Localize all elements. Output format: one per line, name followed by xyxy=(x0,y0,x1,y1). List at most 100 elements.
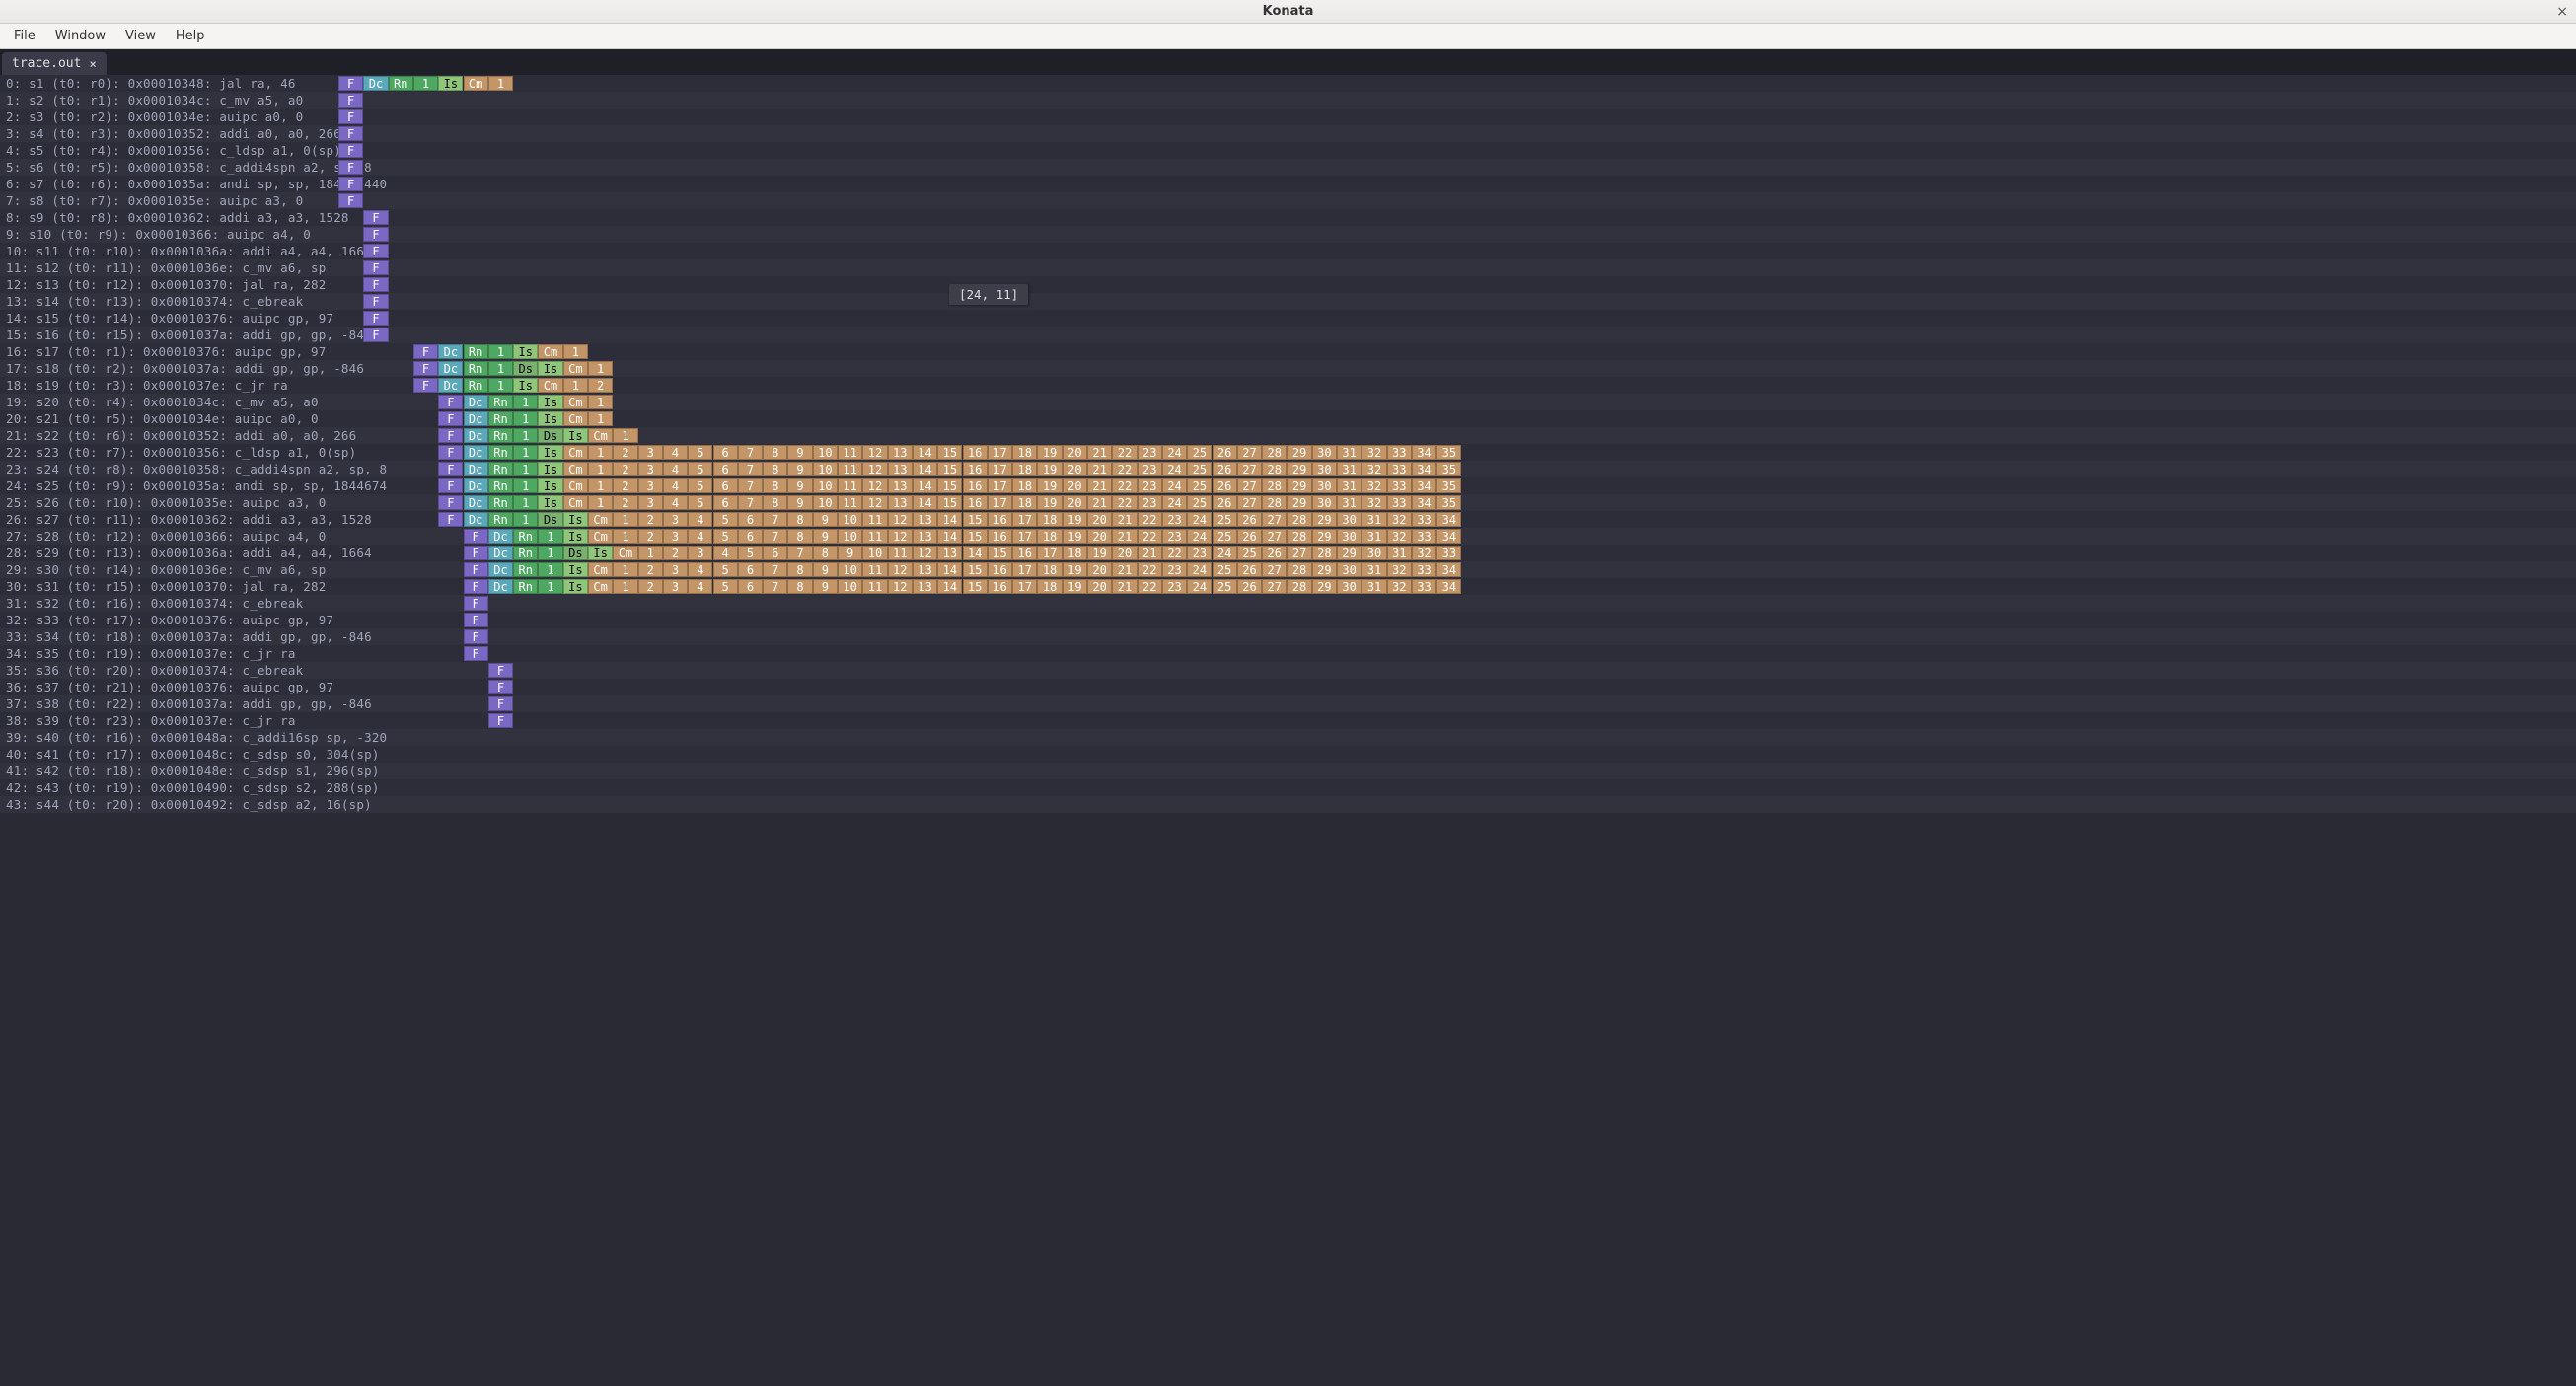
stage-f: F xyxy=(363,328,388,342)
pipeline-row[interactable]: 41: s42 (t0: r18): 0x0001048e: c_sdsp s1… xyxy=(0,763,2576,779)
pipeline-row[interactable]: 33: s34 (t0: r18): 0x0001037a: addi gp, … xyxy=(0,628,2576,645)
stage-cm: 5 xyxy=(738,546,763,560)
pipeline-row[interactable]: 24: s25 (t0: r9): 0x0001035a: andi sp, s… xyxy=(0,477,2576,494)
stage-cm: 7 xyxy=(763,579,787,594)
menu-window[interactable]: Window xyxy=(45,26,115,46)
pipeline-row[interactable]: 26: s27 (t0: r11): 0x00010362: addi a3, … xyxy=(0,511,2576,528)
pipeline-row[interactable]: 7: s8 (t0: r7): 0x0001035e: auipc a3, 0F xyxy=(0,192,2576,209)
pipeline-row[interactable]: 17: s18 (t0: r2): 0x0001037a: addi gp, g… xyxy=(0,360,2576,377)
pipeline-row[interactable]: 29: s30 (t0: r14): 0x0001036e: c_mv a6, … xyxy=(0,561,2576,578)
stage-cm: 4 xyxy=(663,495,688,510)
stage-rn-count: 1 xyxy=(513,395,538,409)
pipeline-row[interactable]: 19: s20 (t0: r4): 0x0001034c: c_mv a5, a… xyxy=(0,394,2576,410)
close-icon[interactable]: × xyxy=(2556,4,2568,20)
pipeline-row[interactable]: 37: s38 (t0: r22): 0x0001037a: addi gp, … xyxy=(0,695,2576,712)
stage-cm: 17 xyxy=(988,478,1012,493)
stage-cm: 8 xyxy=(787,562,812,577)
stage-dc: Dc xyxy=(363,76,388,91)
pipeline-row[interactable]: 36: s37 (t0: r21): 0x00010376: auipc gp,… xyxy=(0,679,2576,695)
stage-cm: 2 xyxy=(613,462,637,476)
pipeline-row[interactable]: 15: s16 (t0: r15): 0x0001037a: addi gp, … xyxy=(0,327,2576,343)
stage-f: F xyxy=(438,428,463,443)
stage-cm: 30 xyxy=(1337,562,1362,577)
stage-cm: 4 xyxy=(688,579,712,594)
pipeline-row[interactable]: 2: s3 (t0: r2): 0x0001034e: auipc a0, 0F xyxy=(0,109,2576,125)
pipeline-row[interactable]: 4: s5 (t0: r4): 0x00010356: c_ldsp a1, 0… xyxy=(0,142,2576,159)
menu-view[interactable]: View xyxy=(115,26,166,46)
stage-cm: 13 xyxy=(913,512,937,527)
tab-trace-out[interactable]: trace.out × xyxy=(2,52,107,75)
pipeline-row[interactable]: 8: s9 (t0: r8): 0x00010362: addi a3, a3,… xyxy=(0,209,2576,226)
pipeline-row[interactable]: 14: s15 (t0: r14): 0x00010376: auipc gp,… xyxy=(0,310,2576,327)
stage-cm: 8 xyxy=(787,529,812,544)
stage-cm: 22 xyxy=(1162,546,1187,560)
stage-rn-count: 1 xyxy=(538,529,562,544)
pipeline-row[interactable]: 23: s24 (t0: r8): 0x00010358: c_addi4spn… xyxy=(0,461,2576,477)
pipeline-row[interactable]: 3: s4 (t0: r3): 0x00010352: addi a0, a0,… xyxy=(0,125,2576,142)
stage-rn-count: 1 xyxy=(513,512,538,527)
stage-cm: 10 xyxy=(813,462,838,476)
stage-cm: 20 xyxy=(1087,512,1112,527)
pipeline-row[interactable]: 20: s21 (t0: r5): 0x0001034e: auipc a0, … xyxy=(0,410,2576,427)
pipeline-row[interactable]: 6: s7 (t0: r6): 0x0001035a: andi sp, sp,… xyxy=(0,176,2576,192)
pipeline-row[interactable]: 28: s29 (t0: r13): 0x0001036a: addi a4, … xyxy=(0,545,2576,561)
pipeline-row[interactable]: 5: s6 (t0: r5): 0x00010358: c_addi4spn a… xyxy=(0,159,2576,176)
instruction-label: 10: s11 (t0: r10): 0x0001036a: addi a4, … xyxy=(6,243,372,259)
pipeline-row[interactable]: 32: s33 (t0: r17): 0x00010376: auipc gp,… xyxy=(0,612,2576,628)
pipeline-row[interactable]: 39: s40 (t0: r16): 0x0001048a: c_addi16s… xyxy=(0,729,2576,746)
stage-cm: 32 xyxy=(1387,512,1412,527)
pipeline-row[interactable]: 25: s26 (t0: r10): 0x0001035e: auipc a3,… xyxy=(0,494,2576,511)
stage-cm: 30 xyxy=(1312,445,1337,460)
pipeline-row[interactable]: 10: s11 (t0: r10): 0x0001036a: addi a4, … xyxy=(0,243,2576,259)
stage-cm: 27 xyxy=(1262,562,1287,577)
stage-cm: 23 xyxy=(1187,546,1212,560)
pipeline-row[interactable]: 11: s12 (t0: r11): 0x0001036e: c_mv a6, … xyxy=(0,259,2576,276)
pipeline-row[interactable]: 22: s23 (t0: r7): 0x00010356: c_ldsp a1,… xyxy=(0,444,2576,461)
instruction-label: 36: s37 (t0: r21): 0x00010376: auipc gp,… xyxy=(6,679,333,695)
stage-rn: Rn xyxy=(464,361,488,376)
pipeline-row[interactable]: 21: s22 (t0: r6): 0x00010352: addi a0, a… xyxy=(0,427,2576,444)
pipeline-row[interactable]: 34: s35 (t0: r19): 0x0001037e: c_jr raF xyxy=(0,645,2576,662)
menu-help[interactable]: Help xyxy=(166,26,215,46)
stage-cm: 34 xyxy=(1436,529,1461,544)
tab-close-icon[interactable]: × xyxy=(89,57,96,71)
pipeline-row[interactable]: 43: s44 (t0: r20): 0x00010492: c_sdsp a2… xyxy=(0,796,2576,813)
pipeline-row[interactable]: 13: s14 (t0: r13): 0x00010374: c_ebreakF xyxy=(0,293,2576,310)
stage-cm: 23 xyxy=(1138,478,1162,493)
pipeline-row[interactable]: 1: s2 (t0: r1): 0x0001034c: c_mv a5, a0F xyxy=(0,92,2576,109)
pipeline-row[interactable]: 9: s10 (t0: r9): 0x00010366: auipc a4, 0… xyxy=(0,226,2576,243)
stage-cm-count: 1 xyxy=(613,428,637,443)
pipeline-row[interactable]: 16: s17 (t0: r1): 0x00010376: auipc gp, … xyxy=(0,343,2576,360)
stage-dc: Dc xyxy=(438,344,463,359)
stage-cm: 11 xyxy=(838,445,862,460)
stage-cm: 14 xyxy=(913,462,937,476)
stage-cm: 4 xyxy=(688,512,712,527)
stage-cm: 13 xyxy=(888,445,913,460)
stage-rn-count: 1 xyxy=(538,562,562,577)
menu-file[interactable]: File xyxy=(4,26,45,46)
stage-cm: 22 xyxy=(1138,562,1162,577)
pipeline-row[interactable]: 42: s43 (t0: r19): 0x00010490: c_sdsp s2… xyxy=(0,779,2576,796)
instruction-label: 26: s27 (t0: r11): 0x00010362: addi a3, … xyxy=(6,511,372,528)
stage-cm: 21 xyxy=(1138,546,1162,560)
pipeline-row[interactable]: 30: s31 (t0: r15): 0x00010370: jal ra, 2… xyxy=(0,578,2576,595)
stage-cm: 7 xyxy=(738,478,763,493)
stage-cm: 19 xyxy=(1063,579,1087,594)
instruction-label: 9: s10 (t0: r9): 0x00010366: auipc a4, 0 xyxy=(6,226,311,243)
pipeline-viewport[interactable]: 0: s1 (t0: r0): 0x00010348: jal ra, 46FD… xyxy=(0,75,2576,1386)
stage-cm: 24 xyxy=(1162,462,1187,476)
stage-cm: 1 xyxy=(613,512,637,527)
pipeline-row[interactable]: 18: s19 (t0: r3): 0x0001037e: c_jr raFDc… xyxy=(0,377,2576,394)
pipeline-row[interactable]: 35: s36 (t0: r20): 0x00010374: c_ebreakF xyxy=(0,662,2576,679)
pipeline-row[interactable]: 27: s28 (t0: r12): 0x00010366: auipc a4,… xyxy=(0,528,2576,545)
instruction-label: 13: s14 (t0: r13): 0x00010374: c_ebreak xyxy=(6,293,303,310)
pipeline-row[interactable]: 31: s32 (t0: r16): 0x00010374: c_ebreakF xyxy=(0,595,2576,612)
stage-cm: 14 xyxy=(937,562,962,577)
stage-cm: 16 xyxy=(988,529,1012,544)
pipeline-row[interactable]: 0: s1 (t0: r0): 0x00010348: jal ra, 46FD… xyxy=(0,75,2576,92)
stage-f: F xyxy=(413,378,438,393)
pipeline-row[interactable]: 38: s39 (t0: r23): 0x0001037e: c_jr raF xyxy=(0,712,2576,729)
pipeline-row[interactable]: 40: s41 (t0: r17): 0x0001048c: c_sdsp s0… xyxy=(0,746,2576,763)
pipeline-row[interactable]: 12: s13 (t0: r12): 0x00010370: jal ra, 2… xyxy=(0,276,2576,293)
instruction-label: 38: s39 (t0: r23): 0x0001037e: c_jr ra xyxy=(6,712,296,729)
